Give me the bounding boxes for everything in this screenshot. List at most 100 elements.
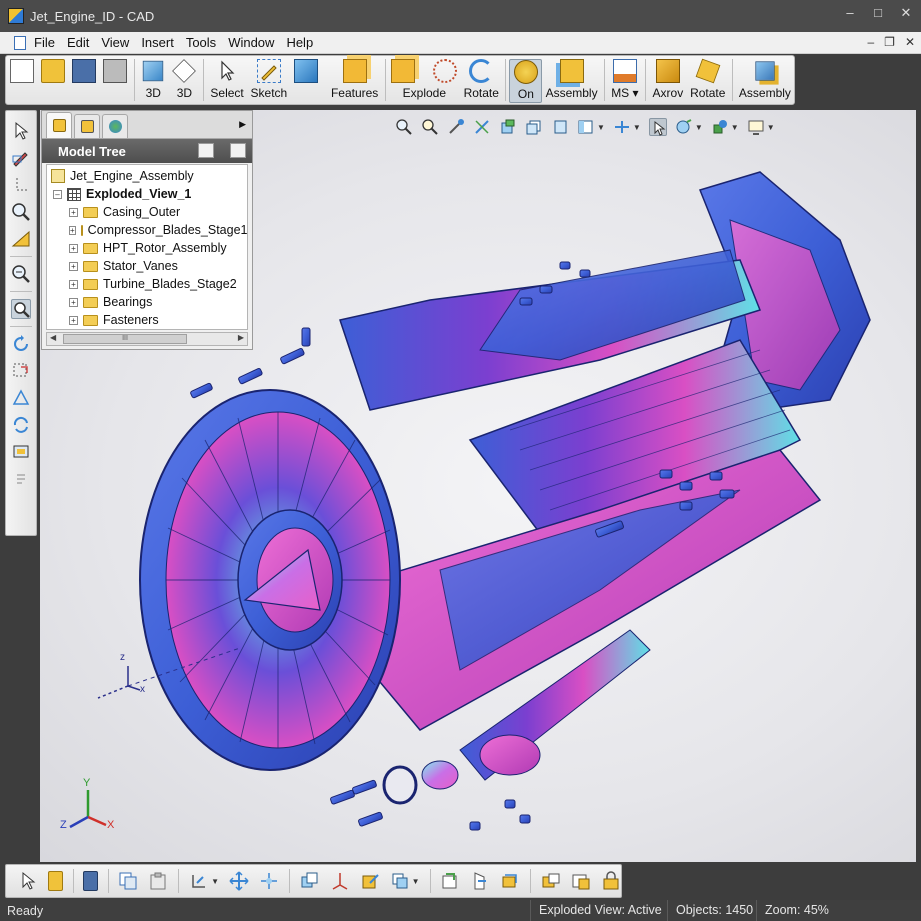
panel-tabs: ▶ xyxy=(42,111,252,139)
assembly-button[interactable]: Assembly xyxy=(542,59,600,103)
close-button[interactable]: ✕ xyxy=(899,6,913,20)
assembly-icon xyxy=(559,59,584,83)
rotate-button[interactable]: Rotate xyxy=(460,59,502,103)
new-button[interactable] xyxy=(6,59,37,103)
tab-appearance[interactable] xyxy=(102,114,128,138)
maximize-button[interactable]: □ xyxy=(871,6,885,20)
toolbar-separator xyxy=(178,869,180,893)
print-button[interactable] xyxy=(100,59,131,103)
expand-toggle-icon[interactable]: + xyxy=(69,315,78,325)
on-toggle-button[interactable]: On xyxy=(509,59,543,103)
save-icon[interactable] xyxy=(83,871,98,891)
doc-minimize-button[interactable]: – xyxy=(867,35,874,49)
save-button[interactable] xyxy=(68,59,99,103)
view-3d-button[interactable]: 3D xyxy=(138,59,169,103)
tree-item[interactable]: + Turbine_Blades_Stage2 xyxy=(47,275,247,293)
tree-root-item[interactable]: Jet_Engine_Assembly xyxy=(47,167,247,185)
measure-icon[interactable] xyxy=(11,229,31,249)
menu-tools[interactable]: Tools xyxy=(186,35,224,50)
sketch-button[interactable]: Sketch xyxy=(247,59,290,103)
triad-x-small-label: x xyxy=(140,684,145,695)
doc-restore-button[interactable]: ❐ xyxy=(884,35,895,49)
component-lock-icon[interactable] xyxy=(601,871,621,891)
more-tools-icon[interactable] xyxy=(11,469,31,489)
pattern-dropdown-icon[interactable]: ▼ xyxy=(412,877,420,886)
mate-icon[interactable] xyxy=(470,871,490,891)
assembly-folder-icon[interactable] xyxy=(541,871,561,891)
menu-view[interactable]: View xyxy=(101,35,137,50)
select-button[interactable]: Select xyxy=(207,59,247,103)
menu-window[interactable]: Window xyxy=(228,35,282,50)
layer-cubes-icon[interactable] xyxy=(300,871,320,891)
expand-toggle-icon[interactable]: + xyxy=(69,207,78,217)
vertical-separator xyxy=(10,256,32,257)
pointer-icon[interactable] xyxy=(18,871,38,891)
menu-edit[interactable]: Edit xyxy=(67,35,97,50)
move-all-icon[interactable] xyxy=(259,871,279,891)
assembly2-button[interactable]: Assembly xyxy=(736,59,794,103)
view-3d-wire-button[interactable]: 3D xyxy=(169,59,200,103)
status-zoom: Zoom: 45% xyxy=(756,900,829,921)
ms-dropdown-button[interactable]: MS ▾ xyxy=(608,59,642,103)
spin-icon[interactable] xyxy=(11,415,31,435)
solid-button[interactable] xyxy=(291,59,322,103)
pan-view-icon[interactable] xyxy=(11,361,31,381)
expand-toggle-icon[interactable]: + xyxy=(69,225,76,235)
minimize-button[interactable]: – xyxy=(843,6,857,20)
expand-toggle-icon[interactable]: + xyxy=(69,279,78,289)
tab-model-tree[interactable] xyxy=(46,112,72,138)
tree-item[interactable]: + Bearings xyxy=(47,293,247,311)
transform-icon[interactable] xyxy=(189,871,209,891)
axis-icon[interactable] xyxy=(11,175,31,195)
status-object-count: Objects: 1450 xyxy=(667,900,753,921)
scroll-left-arrow-icon[interactable]: ◀ xyxy=(50,333,56,342)
menu-insert[interactable]: Insert xyxy=(141,35,182,50)
open-button[interactable] xyxy=(37,59,68,103)
insert-component-icon[interactable] xyxy=(440,871,460,891)
tree-item[interactable]: + Casing_Outer xyxy=(47,203,247,221)
part-folder-icon[interactable] xyxy=(571,871,591,891)
tree-item[interactable]: + Fasteners xyxy=(47,311,247,329)
expand-toggle-icon[interactable]: + xyxy=(69,261,78,271)
collapse-toggle-icon[interactable]: – xyxy=(53,189,62,199)
tree-columns-icon[interactable] xyxy=(230,143,246,158)
menu-file[interactable]: File xyxy=(34,35,63,50)
tree-item[interactable]: + Stator_Vanes xyxy=(47,257,247,275)
transform-dropdown-icon[interactable]: ▼ xyxy=(211,877,219,886)
tree-horizontal-scrollbar[interactable]: ◀ III ▶ xyxy=(46,332,248,346)
display-icon[interactable] xyxy=(11,442,31,462)
orbit-icon[interactable] xyxy=(11,388,31,408)
select-arrow-icon[interactable] xyxy=(11,121,31,141)
axrov-button[interactable]: Axrov xyxy=(649,59,687,103)
expand-toggle-icon[interactable]: + xyxy=(69,297,78,307)
copy-icon[interactable] xyxy=(118,871,138,891)
scrollbar-thumb[interactable]: III xyxy=(63,334,187,344)
document-icon[interactable] xyxy=(14,35,26,50)
zoom-icon[interactable] xyxy=(11,202,31,222)
tree-view-item[interactable]: – Exploded_View_1 xyxy=(47,185,247,203)
scroll-right-arrow-icon[interactable]: ▶ xyxy=(238,333,244,342)
features-button[interactable]: Features xyxy=(322,59,382,103)
menu-help[interactable]: Help xyxy=(286,35,321,50)
edit-sketch-icon[interactable] xyxy=(11,148,31,168)
expand-toggle-icon[interactable]: + xyxy=(69,243,78,253)
rotate-view-icon[interactable] xyxy=(11,334,31,354)
replace-component-icon[interactable] xyxy=(500,871,520,891)
tab-layers[interactable] xyxy=(74,114,100,138)
tab-more-arrow-icon[interactable]: ▶ xyxy=(239,119,246,130)
paste-icon[interactable] xyxy=(148,871,168,891)
tree-item[interactable]: + HPT_Rotor_Assembly xyxy=(47,239,247,257)
explode-button[interactable]: Explode xyxy=(388,59,460,103)
rotate-component-button[interactable]: Rotate xyxy=(687,58,729,103)
doc-close-button[interactable]: ✕ xyxy=(905,35,915,49)
zoom-out-icon[interactable] xyxy=(11,264,31,284)
zoom-fit-icon[interactable] xyxy=(11,299,31,319)
open-folder-icon[interactable] xyxy=(48,871,63,891)
tree-settings-icon[interactable] xyxy=(198,143,214,158)
edit-part-icon[interactable] xyxy=(360,871,380,891)
sketch-pencil-icon xyxy=(256,59,281,83)
move-icon[interactable] xyxy=(229,871,249,891)
pattern-icon[interactable] xyxy=(390,871,410,891)
dimension-icon[interactable] xyxy=(330,871,350,891)
tree-item[interactable]: + Compressor_Blades_Stage1 xyxy=(47,221,248,239)
